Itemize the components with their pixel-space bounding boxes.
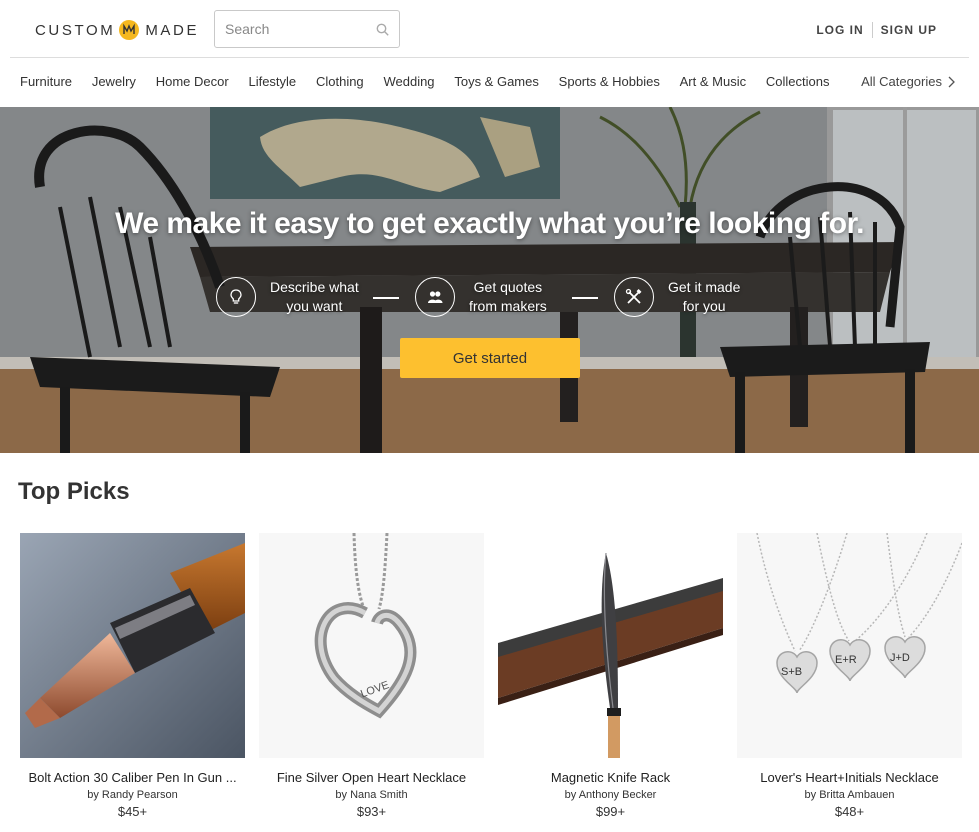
hero-headline: We make it easy to get exactly what you’… [115,207,864,240]
step-quotes-line2: from makers [469,298,547,314]
people-icon [415,277,455,317]
product-card[interactable]: S+B E+R J+D Lover's Heart+Initials Neckl… [737,533,962,819]
site-header: CUSTOM MADE LOG IN SIGN UP [0,0,979,58]
product-image-heart-necklace[interactable]: LOVE [259,533,484,758]
get-started-button[interactable]: Get started [400,338,580,378]
nav-item-toys-games[interactable]: Toys & Games [454,74,539,89]
logo-text-right: MADE [145,21,200,39]
all-categories-link[interactable]: All Categories [861,74,955,89]
all-categories-label: All Categories [861,74,942,89]
step-quotes-line1: Get quotes [473,279,543,295]
product-card[interactable]: Magnetic Knife Rack by Anthony Becker $9… [498,533,723,819]
nav-item-sports-hobbies[interactable]: Sports & Hobbies [559,74,660,89]
step-connector [572,297,598,299]
charm-initials-2: E+R [835,654,857,666]
product-maker[interactable]: by Nana Smith [259,789,484,801]
nav-item-home-decor[interactable]: Home Decor [156,74,229,89]
product-name[interactable]: Fine Silver Open Heart Necklace [259,770,484,785]
category-nav: Furniture Jewelry Home Decor Lifestyle C… [0,58,979,107]
product-card[interactable]: LOVE Fine Silver Open Heart Necklace by … [259,533,484,819]
lightbulb-icon [216,277,256,317]
product-maker[interactable]: by Britta Ambauen [737,789,962,801]
product-name[interactable]: Lover's Heart+Initials Necklace [737,770,962,785]
product-image-pen[interactable] [20,533,245,758]
charm-initials-3: J+D [890,652,910,664]
product-image-initials-necklace[interactable]: S+B E+R J+D [737,533,962,758]
search-icon[interactable] [376,23,389,36]
nav-item-lifestyle[interactable]: Lifestyle [248,74,296,89]
step-made-line1: Get it made [668,279,741,295]
nav-item-clothing[interactable]: Clothing [316,74,364,89]
logo-text-left: CUSTOM [35,21,116,39]
charm-initials-1: S+B [781,666,802,678]
chevron-right-icon [948,76,955,87]
product-name[interactable]: Magnetic Knife Rack [498,770,723,785]
step-quotes-text: Get quotes from makers [469,278,547,316]
step-made-line2: for you [682,298,726,314]
step-describe-line2: you want [286,298,343,314]
step-describe-line1: Describe what [270,279,359,295]
step-made-text: Get it made for you [668,278,740,316]
step-connector [373,297,399,299]
login-link[interactable]: LOG IN [816,23,863,37]
auth-divider [871,22,873,38]
tools-icon [614,277,654,317]
signup-link[interactable]: SIGN UP [881,23,937,37]
category-list: Furniture Jewelry Home Decor Lifestyle C… [20,74,849,89]
site-logo[interactable]: CUSTOM MADE [35,20,199,40]
product-maker[interactable]: by Randy Pearson [20,789,245,801]
search-input[interactable] [225,21,375,37]
product-price: $93+ [356,804,387,819]
step-describe-text: Describe what you want [270,278,359,316]
product-price: $45+ [117,804,148,819]
auth-links: LOG IN SIGN UP [816,22,937,38]
product-price: $99+ [595,804,626,819]
cm-monogram-icon [119,20,140,40]
product-image-knife-rack[interactable] [498,533,723,758]
product-card[interactable]: Bolt Action 30 Caliber Pen In Gun ... by… [20,533,245,819]
step-describe: Describe what you want [216,277,359,317]
top-picks-heading: Top Picks [18,478,130,505]
product-name[interactable]: Bolt Action 30 Caliber Pen In Gun ... [20,770,245,785]
nav-item-jewelry[interactable]: Jewelry [92,74,136,89]
product-price: $48+ [834,804,865,819]
step-quotes: Get quotes from makers [415,277,547,317]
product-maker[interactable]: by Anthony Becker [498,789,723,801]
nav-item-furniture[interactable]: Furniture [20,74,72,89]
step-made: Get it made for you [614,277,740,317]
search-box[interactable] [214,10,400,48]
nav-item-wedding[interactable]: Wedding [383,74,434,89]
hero-banner: We make it easy to get exactly what you’… [0,107,979,453]
nav-item-collections[interactable]: Collections [766,74,830,89]
nav-item-art-music[interactable]: Art & Music [680,74,746,89]
